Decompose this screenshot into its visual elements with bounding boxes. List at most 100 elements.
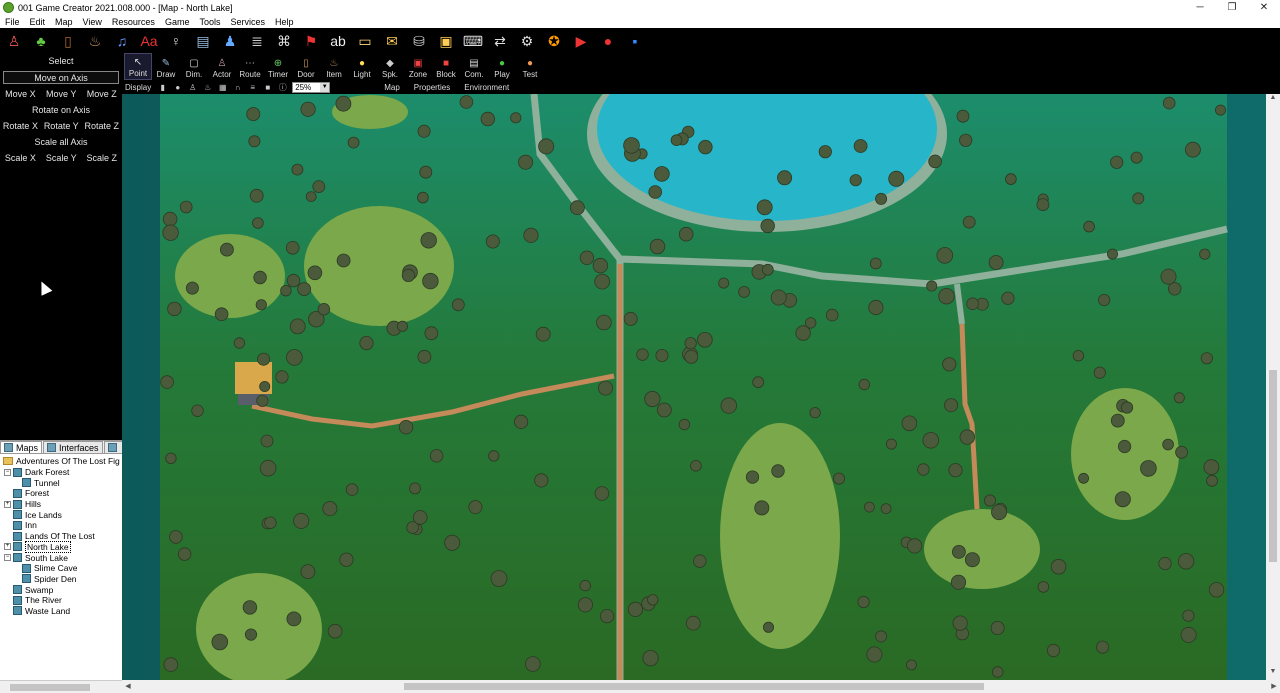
expand-toggle-icon[interactable]: + [4,543,11,551]
close-button[interactable]: ✕ [1248,2,1280,13]
menu-services[interactable]: Services [225,17,270,27]
map-vertical-scrollbar[interactable]: ▲ ▼ [1266,94,1280,680]
figure-icon[interactable]: ♀ [165,31,187,51]
info-icon[interactable]: ⓘ [278,83,287,92]
section-properties[interactable]: Properties [414,83,450,92]
controller-icon[interactable]: ⌨ [462,31,484,51]
light-bulb-icon[interactable]: ● [173,83,182,92]
zoom-select[interactable]: 25% ▼ [292,81,331,93]
tool-point[interactable]: ↖ Point [124,53,152,80]
item-toggle-icon[interactable]: ♨ [203,83,212,92]
door-icon[interactable]: ▯ [57,31,79,51]
magnet-icon[interactable]: ∩ [233,83,242,92]
tool-item[interactable]: ♨ Item [320,53,348,80]
list-icon[interactable]: ≣ [246,31,268,51]
database-icon[interactable]: ⛁ [408,31,430,51]
menu-tools[interactable]: Tools [194,17,225,27]
map-drawing[interactable] [122,94,1266,680]
expand-toggle-icon[interactable]: + [4,500,11,508]
tool-com[interactable]: ▤ Com. [460,53,488,80]
expand-toggle-icon[interactable]: − [4,554,11,562]
abc-icon[interactable]: ab [327,31,349,51]
minimize-button[interactable]: ─ [1184,2,1216,13]
tree-item[interactable]: Slime Cave [0,563,122,574]
tool-draw[interactable]: ✎ Draw [152,53,180,80]
tool-timer[interactable]: ⊕ Timer [264,53,292,80]
move-y-button[interactable]: Move Y [46,89,76,99]
tree-item[interactable]: − South Lake [0,552,122,563]
menu-resources[interactable]: Resources [107,17,160,27]
tool-spk[interactable]: ◆ Spk. [376,53,404,80]
tool-door[interactable]: ▯ Door [292,53,320,80]
scroll-down-icon[interactable]: ▼ [1266,668,1280,680]
tree-item[interactable]: Inn [0,520,122,531]
rotate-on-axis-button[interactable]: Rotate on Axis [0,102,122,118]
page-icon[interactable]: ▤ [192,31,214,51]
tool-actor[interactable]: ♙ Actor [208,53,236,80]
layers-icon[interactable]: ▮ [158,83,167,92]
leaf-icon[interactable]: ♣ [30,31,52,51]
tool-zone[interactable]: ▣ Zone [404,53,432,80]
tool-play[interactable]: ● Play [488,53,516,80]
tab-interfaces[interactable]: Interfaces [43,441,103,453]
section-map[interactable]: Map [384,83,400,92]
rotate-x-button[interactable]: Rotate X [3,121,38,131]
scroll-up-icon[interactable]: ▲ [1266,94,1280,106]
map-canvas[interactable] [122,94,1266,680]
tree-item[interactable]: Forest [0,488,122,499]
tree-horizontal-scrollbar[interactable] [0,680,122,693]
section-environment[interactable]: Environment [464,83,509,92]
font-icon[interactable]: Aa [138,31,160,51]
medal-icon[interactable]: ✪ [543,31,565,51]
move-z-button[interactable]: Move Z [87,89,117,99]
move-x-button[interactable]: Move X [5,89,36,99]
restore-button[interactable]: ❐ [1216,2,1248,13]
tree-item[interactable]: Spider Den [0,574,122,585]
tool-test[interactable]: ● Test [516,53,544,80]
lines-icon[interactable]: ≡ [248,83,257,92]
menu-file[interactable]: File [0,17,25,27]
tree-item[interactable]: Ice Lands [0,509,122,520]
expand-toggle-icon[interactable]: − [4,468,11,476]
tree-item[interactable]: − Dark Forest [0,467,122,478]
rotate-y-button[interactable]: Rotate Y [44,121,79,131]
tool-dim[interactable]: ▢ Dim. [180,53,208,80]
tree-item[interactable]: The River [0,595,122,606]
window-icon[interactable]: ▣ [435,31,457,51]
record-icon[interactable]: ● [597,31,619,51]
flag-icon[interactable]: ⚑ [300,31,322,51]
tree-item[interactable]: Tunnel [0,477,122,488]
menu-game[interactable]: Game [160,17,195,27]
scroll-left-icon[interactable]: ◀ [122,680,134,693]
gear-icon[interactable]: ⚙ [516,31,538,51]
tool-route[interactable]: ⋯ Route [236,53,264,80]
tool-light[interactable]: ● Light [348,53,376,80]
tool-block[interactable]: ■ Block [432,53,460,80]
menu-map[interactable]: Map [50,17,78,27]
film-icon[interactable]: ▶ [570,31,592,51]
tab-more[interactable] [103,441,124,453]
tab-maps[interactable]: Maps [0,441,43,453]
dialog-icon[interactable]: ▭ [354,31,376,51]
tree-item[interactable]: + North Lake [0,540,122,553]
grid-icon[interactable]: ▦ [218,83,227,92]
menu-view[interactable]: View [78,17,107,27]
scroll-icon[interactable]: ✉ [381,31,403,51]
move-on-axis-button[interactable]: Move on Axis [3,71,119,84]
select-button[interactable]: Select [0,53,122,69]
group-icon[interactable]: ♟ [219,31,241,51]
actor-toggle-icon[interactable]: ♙ [188,83,197,92]
music-icon[interactable]: ♫ [111,31,133,51]
actor-icon[interactable]: ♙ [3,31,25,51]
menu-edit[interactable]: Edit [25,17,51,27]
bag-icon[interactable]: ♨ [84,31,106,51]
save-icon[interactable]: ▪ [624,31,646,51]
tree-item[interactable]: Swamp [0,584,122,595]
scrollbar-thumb[interactable] [10,684,90,691]
tree-item[interactable]: Waste Land [0,606,122,617]
scale-y-button[interactable]: Scale Y [46,153,77,163]
network-icon[interactable]: ⌘ [273,31,295,51]
tree-root[interactable]: Adventures Of The Lost Fig [0,456,122,467]
switch-icon[interactable]: ⇄ [489,31,511,51]
scale-all-axis-button[interactable]: Scale all Axis [0,134,122,150]
